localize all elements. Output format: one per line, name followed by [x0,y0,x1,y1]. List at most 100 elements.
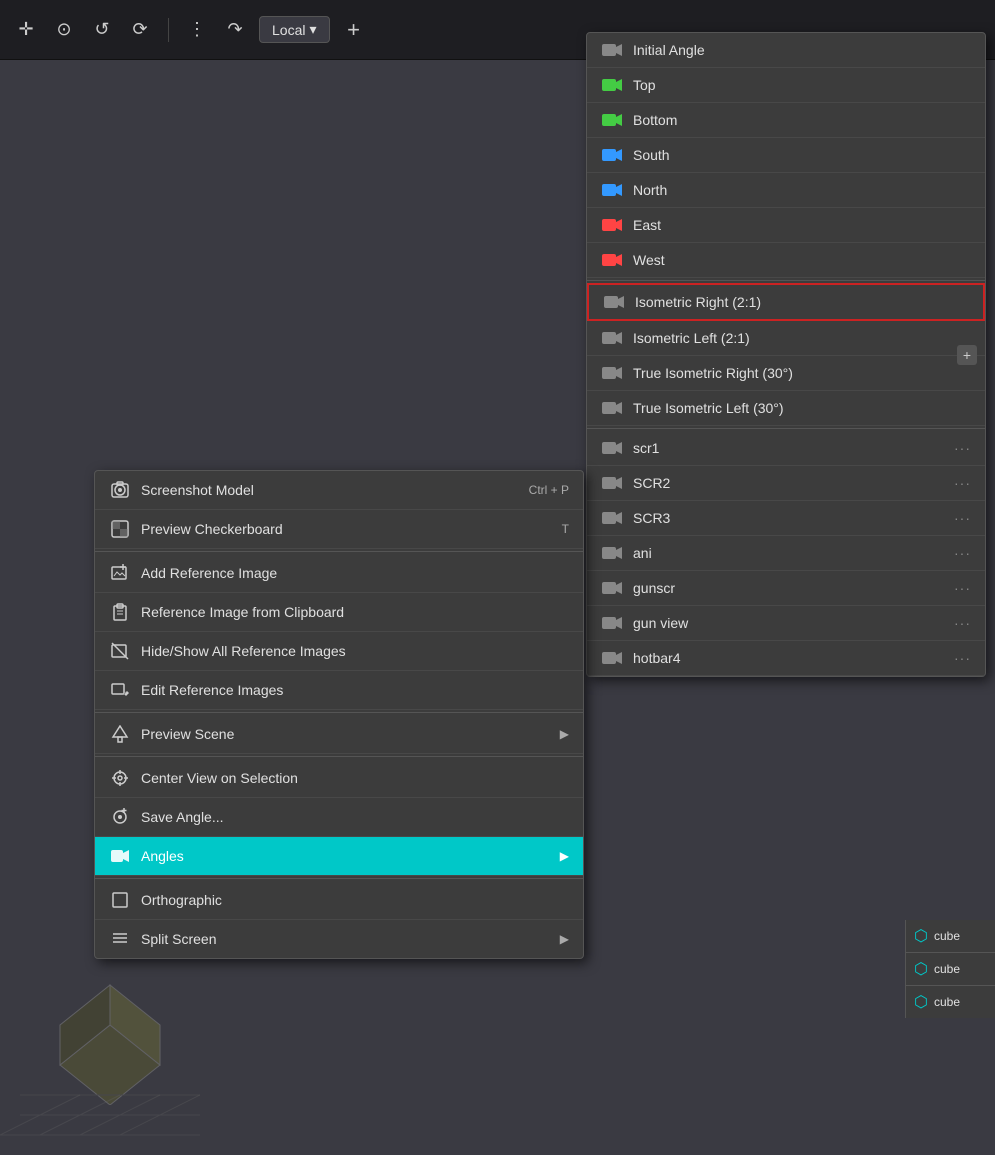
angle-item-scr2[interactable]: SCR2 ··· ▶ [587,466,985,501]
camera-icon-gunscr [601,579,623,597]
rotate-icon[interactable]: ↺ [88,16,116,44]
target-icon[interactable]: ⊙ [50,16,78,44]
split-screen-arrow: ▶ [560,932,569,946]
checkerboard-icon [109,518,131,540]
camera-icon-initial [601,41,623,59]
angle-label-scr2: SCR2 [633,475,670,491]
sidebar-item-cube3[interactable]: ⬡ cube [906,986,995,1018]
angle-label-true-iso-left: True Isometric Left (30°) [633,400,784,416]
angle-item-north[interactable]: North [587,173,985,208]
angle-label-isometric-left: Isometric Left (2:1) [633,330,750,346]
angle-item-east[interactable]: East [587,208,985,243]
angle-item-bottom[interactable]: Bottom [587,103,985,138]
angle-label-east: East [633,217,661,233]
menu-item-screenshot-model[interactable]: Screenshot Model Ctrl + P [95,471,583,510]
angle-item-west[interactable]: West [587,243,985,278]
reference-clipboard-label: Reference Image from Clipboard [141,604,344,620]
hotbar4-dots[interactable]: ··· [954,650,971,666]
camera-icon-ani [601,544,623,562]
camera-icon-south [601,146,623,164]
angle-label-south: South [633,147,670,163]
scr1-dots[interactable]: ··· [954,440,971,456]
angles-label: Angles [141,848,184,864]
menu-item-split-screen[interactable]: Split Screen ▶ [95,920,583,958]
menu-item-preview-scene[interactable]: Preview Scene ▶ [95,715,583,754]
cube-icon-1: ⬡ [914,926,928,946]
local-dropdown[interactable]: Local ▾ [259,16,330,43]
scr2-dots[interactable]: ··· [954,475,971,491]
menu-item-reference-clipboard[interactable]: Reference Image from Clipboard [95,593,583,632]
angle-item-isometric-right[interactable]: Isometric Right (2:1) [587,283,985,321]
scr3-dots[interactable]: ··· [954,510,971,526]
clipboard-icon [109,601,131,623]
camera-icon-bottom [601,111,623,129]
menu-sep-4 [95,878,583,879]
angle-item-initial[interactable]: Initial Angle [587,33,985,68]
angle-label-scr1: scr1 [633,440,659,456]
edit-image-icon [109,679,131,701]
cube-icon-2: ⬡ [914,959,928,979]
ani-dots[interactable]: ··· [954,545,971,561]
menu-item-orthographic[interactable]: Orthographic [95,881,583,920]
angle-label-true-iso-right: True Isometric Right (30°) [633,365,793,381]
angle-item-gunscr[interactable]: gunscr ··· ▶ [587,571,985,606]
menu-item-hide-reference[interactable]: Hide/Show All Reference Images [95,632,583,671]
angle-sep-2 [587,428,985,429]
angle-label-gun-view: gun view [633,615,688,631]
angle-item-true-iso-right[interactable]: True Isometric Right (30°) [587,356,985,391]
video-icon-angles [109,845,131,867]
menu-item-center-view[interactable]: Center View on Selection [95,759,583,798]
sidebar-item-cube2[interactable]: ⬡ cube [906,953,995,986]
hide-image-icon [109,640,131,662]
menu-item-add-reference[interactable]: Add Reference Image [95,554,583,593]
camera-icon-north [601,181,623,199]
save-angle-icon [109,806,131,828]
angle-item-hotbar4[interactable]: hotbar4 ··· ▶ [587,641,985,676]
ortho-icon [109,889,131,911]
angle-item-south[interactable]: South [587,138,985,173]
menu-item-angles[interactable]: Angles ▶ [95,837,583,876]
edit-reference-label: Edit Reference Images [141,682,283,698]
local-chevron: ▾ [309,21,316,38]
angle-label-bottom: Bottom [633,112,677,128]
split-screen-label: Split Screen [141,931,216,947]
refresh-icon[interactable]: ⟳ [126,16,154,44]
angle-item-true-iso-left[interactable]: True Isometric Left (30°) [587,391,985,426]
redo-icon[interactable]: ↷ [221,16,249,44]
menu-item-preview-checkerboard[interactable]: Preview Checkerboard T [95,510,583,549]
menu-sep-1 [95,551,583,552]
angle-item-scr3[interactable]: SCR3 ··· ▶ [587,501,985,536]
angles-arrow: ▶ [560,849,569,863]
menu-item-edit-reference[interactable]: Edit Reference Images [95,671,583,710]
gunscr-dots[interactable]: ··· [954,580,971,596]
menu-item-save-angle[interactable]: Save Angle... [95,798,583,837]
add-angle-button[interactable]: + [957,345,977,365]
angle-label-scr3: SCR3 [633,510,670,526]
angle-item-isometric-left[interactable]: Isometric Left (2:1) [587,321,985,356]
angle-label-west: West [633,252,665,268]
angle-item-gun-view[interactable]: gun view ··· ▶ [587,606,985,641]
center-view-label: Center View on Selection [141,770,298,786]
angle-item-ani[interactable]: ani ··· ▶ [587,536,985,571]
angle-label-ani: ani [633,545,652,561]
orthographic-label: Orthographic [141,892,222,908]
dots-icon[interactable]: ⋮ [183,16,211,44]
move-icon[interactable]: ✛ [12,16,40,44]
add-icon[interactable]: + [340,16,368,44]
angle-item-scr1[interactable]: scr1 ··· ▶ [587,431,985,466]
local-label: Local [272,22,305,38]
cube-icon-3: ⬡ [914,992,928,1012]
camera-icon-true-iso-right [601,364,623,382]
angle-sep-1 [587,280,985,281]
angle-label-initial: Initial Angle [633,42,705,58]
preview-scene-arrow: ▶ [560,727,569,741]
sidebar-item-cube1[interactable]: ⬡ cube [906,920,995,953]
camera-icon-west [601,251,623,269]
gun-view-dots[interactable]: ··· [954,615,971,631]
angle-item-top[interactable]: Top [587,68,985,103]
sidebar-cube-list: ⬡ cube ⬡ cube ⬡ cube [905,920,995,1018]
screenshot-icon [109,479,131,501]
split-icon [109,928,131,950]
save-angle-label: Save Angle... [141,809,224,825]
angle-label-north: North [633,182,667,198]
